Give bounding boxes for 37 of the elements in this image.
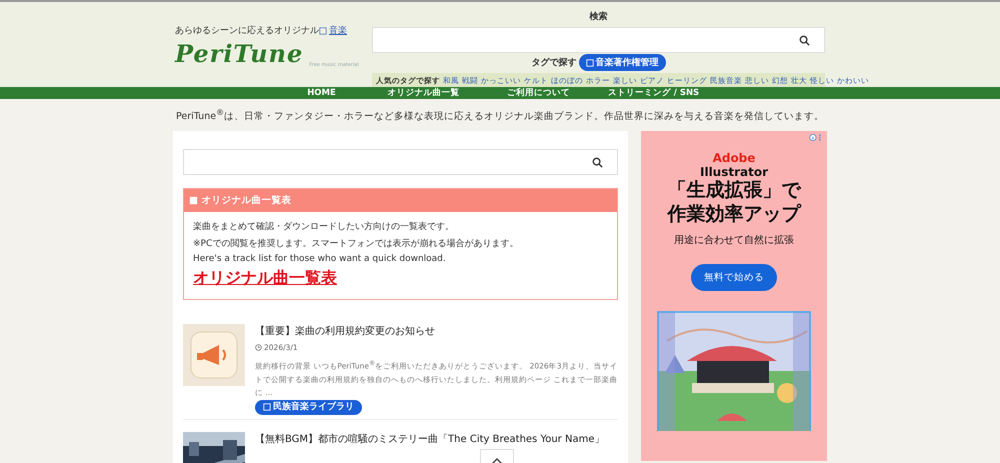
post-title[interactable]: 【重要】楽曲の利用規約変更のお知らせ bbox=[255, 324, 618, 338]
nav-link[interactable]: ストリーミング / SNS bbox=[596, 87, 711, 99]
search-label: 検索 bbox=[590, 10, 608, 23]
search-icon[interactable] bbox=[799, 35, 810, 46]
nav-link[interactable]: オリジナル曲一覧 bbox=[366, 87, 481, 99]
square-icon bbox=[319, 26, 327, 34]
ad-product: Illustrator bbox=[700, 165, 768, 180]
ad-banner[interactable]: Adobe Illustrator 「生成拡張」で 作業効率アップ 用途に合わせて自然に拡張 無料で始める bbox=[641, 131, 827, 462]
search-icon[interactable] bbox=[592, 157, 603, 168]
notice-text: Here's a track list for those who want a quick download. bbox=[193, 254, 447, 264]
notice-title: ■ オリジナル曲一覧表 bbox=[184, 189, 617, 212]
ad-subtitle: 用途に合わせて自然に拡張 bbox=[674, 234, 794, 247]
caret-up-icon bbox=[491, 456, 503, 463]
music-link[interactable]: 音楽 bbox=[319, 24, 347, 37]
intro-text: PeriTune$^{®}$は、日常・ファンタジー・ホラーなど多様な表現に応えるオリジナル楽曲ブランド。作品世界に深みを与える音楽を発信しています。 bbox=[175, 107, 825, 124]
track-list-link[interactable]: オリジナル曲一覧表 bbox=[193, 268, 337, 288]
tag-search-label: タグで探す bbox=[532, 56, 576, 69]
search-field[interactable] bbox=[183, 149, 618, 176]
ad-headline: 「生成拡張」で bbox=[668, 179, 800, 203]
site-logo[interactable]: PeriTune bbox=[175, 39, 304, 68]
ad-brand: Adobe bbox=[712, 151, 756, 166]
library-pill[interactable]: 民族音楽ライブラリ bbox=[255, 400, 362, 415]
square-icon bbox=[263, 403, 271, 412]
square-icon bbox=[586, 58, 594, 66]
clock-icon bbox=[255, 344, 262, 352]
post-title[interactable]: 【無料BGM】都市の喧騒のミステリー曲「The City Breathes Your Name」 bbox=[255, 432, 618, 446]
tagline: あらゆるシーンに応えるオリジナル bbox=[175, 24, 319, 37]
nav-link[interactable]: HOME bbox=[289, 88, 354, 98]
search-field[interactable] bbox=[372, 27, 825, 53]
ad-cta-button[interactable]: 無料で始める bbox=[691, 264, 777, 291]
notice-text: ※PCでの閲覧を推奨します。スマートフォンでは表示が崩れる場合があります。 bbox=[193, 238, 520, 250]
notice-text: 楽曲をまとめて確認・ダウンロードしたい方向けの一覧表です。 bbox=[193, 220, 455, 234]
ad-headline: 作業効率アップ bbox=[668, 202, 800, 227]
nav-link[interactable]: ご利用について bbox=[481, 87, 596, 99]
info-icon[interactable] bbox=[809, 133, 823, 142]
tag-pill[interactable]: 音楽著作権管理 bbox=[578, 54, 666, 71]
megaphone-thumbnail[interactable] bbox=[183, 324, 245, 386]
